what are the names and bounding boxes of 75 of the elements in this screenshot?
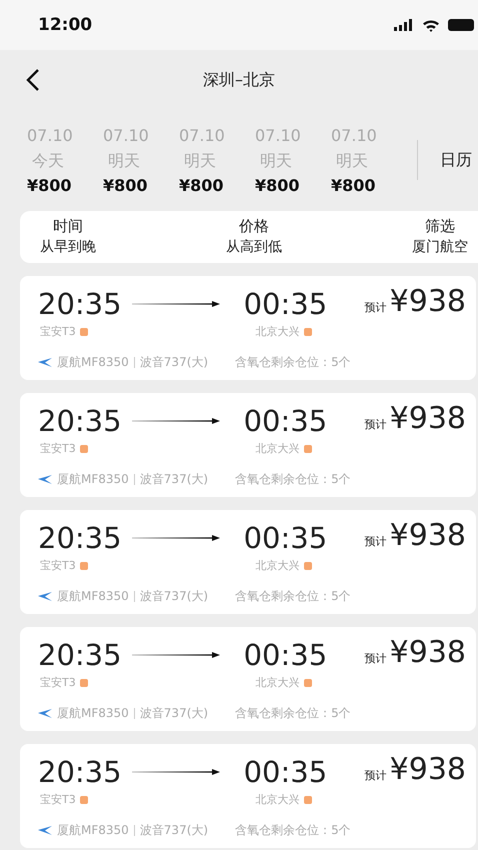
calendar-button[interactable]: 日历 xyxy=(440,150,472,170)
sort-option[interactable]: 筛选 厦门航空 xyxy=(412,216,468,258)
departure-time: 20:35 xyxy=(38,637,122,674)
arrival-airport: 北京大兴 xyxy=(256,558,300,573)
arrow-icon xyxy=(132,418,220,424)
seat-info: 含氧仓剩余仓位：5个 xyxy=(235,822,351,839)
departure-time: 20:35 xyxy=(38,520,122,557)
price-label: 预计 xyxy=(364,300,387,316)
arrival-time: 00:35 xyxy=(244,754,328,791)
arrival-airport: 北京大兴 xyxy=(256,792,300,807)
flight-card[interactable]: 20:35 宝安T3 00:35 北京大兴 预计¥938 厦航MF8350 波音737(大) 含氧仓剩余仓位：5个 xyxy=(20,627,476,731)
bird-icon xyxy=(38,826,52,835)
departure-time: 20:35 xyxy=(38,754,122,791)
aircraft-type: 波音737(大) xyxy=(140,588,208,605)
sort-option[interactable]: 时间 从早到晚 xyxy=(40,216,96,258)
ticket-price: ¥938 xyxy=(390,284,466,320)
arrival-time: 00:35 xyxy=(244,286,328,323)
flight-card[interactable]: 20:35 宝安T3 00:35 北京大兴 预计¥938 厦航MF8350 波音737(大) 含氧仓剩余仓位：5个 xyxy=(20,276,476,380)
date-tab[interactable]: 07.10 明天 ¥800 xyxy=(103,122,179,198)
arrow-icon xyxy=(132,301,220,307)
departure-airport: 宝安T3 xyxy=(40,324,76,339)
back-icon[interactable] xyxy=(26,68,40,92)
bird-icon xyxy=(38,475,52,484)
arrival-time: 00:35 xyxy=(244,520,328,557)
aircraft-type: 波音737(大) xyxy=(140,822,208,839)
arrow-icon xyxy=(132,652,220,658)
price-label: 预计 xyxy=(364,768,387,784)
flight-number: 厦航MF8350 xyxy=(57,354,129,371)
departure-airport: 宝安T3 xyxy=(40,675,76,690)
arrival-airport: 北京大兴 xyxy=(256,441,300,456)
price-label: 预计 xyxy=(364,417,387,433)
flight-number: 厦航MF8350 xyxy=(57,588,129,605)
arrow-icon xyxy=(132,769,220,775)
sort-option[interactable]: 价格 从高到低 xyxy=(226,216,282,258)
ticket-price: ¥938 xyxy=(390,401,466,437)
bird-icon xyxy=(38,709,52,718)
bird-icon xyxy=(38,358,52,367)
aircraft-type: 波音737(大) xyxy=(140,354,208,371)
seat-info: 含氧仓剩余仓位：5个 xyxy=(235,588,351,605)
flight-card[interactable]: 20:35 宝安T3 00:35 北京大兴 预计¥938 厦航MF8350 波音737(大) 含氧仓剩余仓位：5个 xyxy=(20,510,476,614)
status-time: 12:00 xyxy=(38,15,92,35)
arrow-icon xyxy=(132,535,220,541)
seat-info: 含氧仓剩余仓位：5个 xyxy=(235,354,351,371)
flight-number: 厦航MF8350 xyxy=(57,705,129,722)
flight-number: 厦航MF8350 xyxy=(57,471,129,488)
departure-time: 20:35 xyxy=(38,403,122,440)
arrival-time: 00:35 xyxy=(244,637,328,674)
departure-airport: 宝安T3 xyxy=(40,558,76,573)
arrival-airport: 北京大兴 xyxy=(256,324,300,339)
wifi-icon xyxy=(422,18,440,32)
aircraft-type: 波音737(大) xyxy=(140,705,208,722)
date-tab[interactable]: 07.10 明天 ¥800 xyxy=(255,122,331,198)
arrival-time: 00:35 xyxy=(244,403,328,440)
battery-icon xyxy=(448,19,474,31)
bird-icon xyxy=(38,592,52,601)
date-tab[interactable]: 07.10 明天 ¥800 xyxy=(331,122,407,198)
aircraft-type: 波音737(大) xyxy=(140,471,208,488)
seat-info: 含氧仓剩余仓位：5个 xyxy=(235,471,351,488)
flight-card[interactable]: 20:35 宝安T3 00:35 北京大兴 预计¥938 厦航MF8350 波音737(大) 含氧仓剩余仓位：5个 xyxy=(20,744,476,848)
date-tab[interactable]: 07.10 明天 ¥800 xyxy=(179,122,255,198)
departure-time: 20:35 xyxy=(38,286,122,323)
signal-icon xyxy=(394,19,414,31)
departure-airport: 宝安T3 xyxy=(40,441,76,456)
flight-card[interactable]: 20:35 宝安T3 00:35 北京大兴 预计¥938 厦航MF8350 波音737(大) 含氧仓剩余仓位：5个 xyxy=(20,393,476,497)
flight-number: 厦航MF8350 xyxy=(57,822,129,839)
departure-airport: 宝安T3 xyxy=(40,792,76,807)
ticket-price: ¥938 xyxy=(390,635,466,671)
price-label: 预计 xyxy=(364,651,387,667)
page-title: 深圳–北京 xyxy=(203,70,275,90)
date-tab[interactable]: 07.10 今天 ¥800 xyxy=(27,122,103,198)
seat-info: 含氧仓剩余仓位：5个 xyxy=(235,705,351,722)
ticket-price: ¥938 xyxy=(390,752,466,788)
arrival-airport: 北京大兴 xyxy=(256,675,300,690)
price-label: 预计 xyxy=(364,534,387,550)
ticket-price: ¥938 xyxy=(390,518,466,554)
